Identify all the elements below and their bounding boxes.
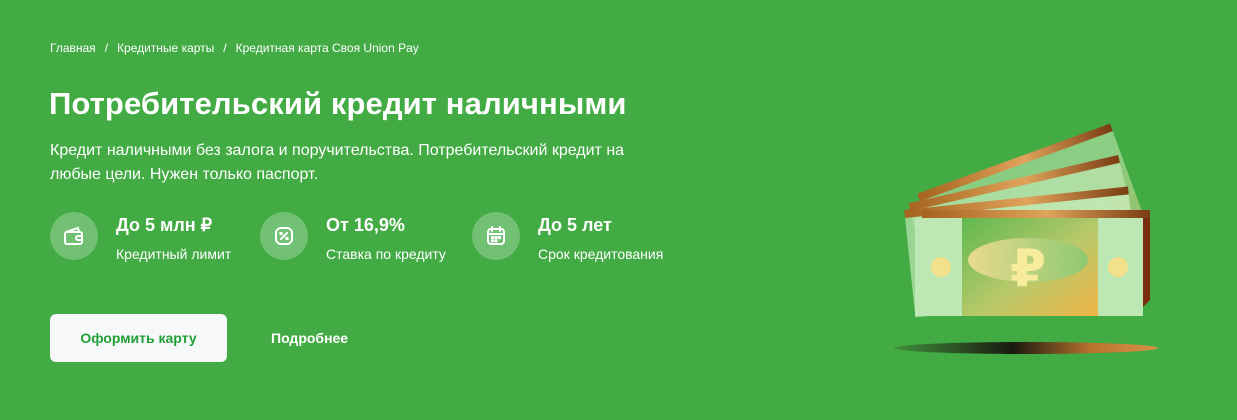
apply-card-button[interactable]: Оформить карту bbox=[50, 314, 227, 362]
page-title: Потребительский кредит наличными bbox=[49, 86, 627, 121]
breadcrumb-home[interactable]: Главная bbox=[50, 41, 96, 55]
feature-label: Кредитный лимит bbox=[116, 246, 232, 262]
breadcrumb-separator: / bbox=[104, 41, 109, 55]
feature-label: Срок кредитования bbox=[538, 246, 664, 262]
feature-interest-rate: От 16,9% Ставка по кредиту bbox=[260, 212, 472, 263]
more-info-link[interactable]: Подробнее bbox=[271, 330, 348, 346]
features-list: До 5 млн ₽ Кредитный лимит От 16,9% Став… bbox=[50, 212, 663, 263]
feature-credit-limit: До 5 млн ₽ Кредитный лимит bbox=[50, 212, 260, 263]
feature-term: До 5 лет Срок кредитования bbox=[472, 212, 663, 263]
page-subtitle: Кредит наличными без залога и поручитель… bbox=[50, 142, 625, 183]
percent-icon bbox=[260, 212, 308, 260]
feature-value: От 16,9% bbox=[326, 215, 405, 235]
breadcrumb-separator: / bbox=[223, 41, 227, 55]
feature-value: До 5 млн ₽ bbox=[116, 215, 213, 235]
ruble-sign: ₽ bbox=[1010, 239, 1046, 299]
wallet-icon bbox=[50, 212, 98, 260]
calendar-icon bbox=[472, 212, 520, 260]
breadcrumb-current[interactable]: Кредитная карта Своя Union Pay bbox=[236, 41, 419, 55]
feature-label: Ставка по кредиту bbox=[326, 246, 446, 262]
breadcrumb: Главная / Кредитные карты / Кредитная ка… bbox=[50, 41, 419, 55]
banknotes-illustration: ₽ bbox=[880, 120, 1170, 370]
breadcrumb-credit-cards[interactable]: Кредитные карты bbox=[117, 41, 214, 55]
feature-value: До 5 лет bbox=[538, 215, 612, 235]
